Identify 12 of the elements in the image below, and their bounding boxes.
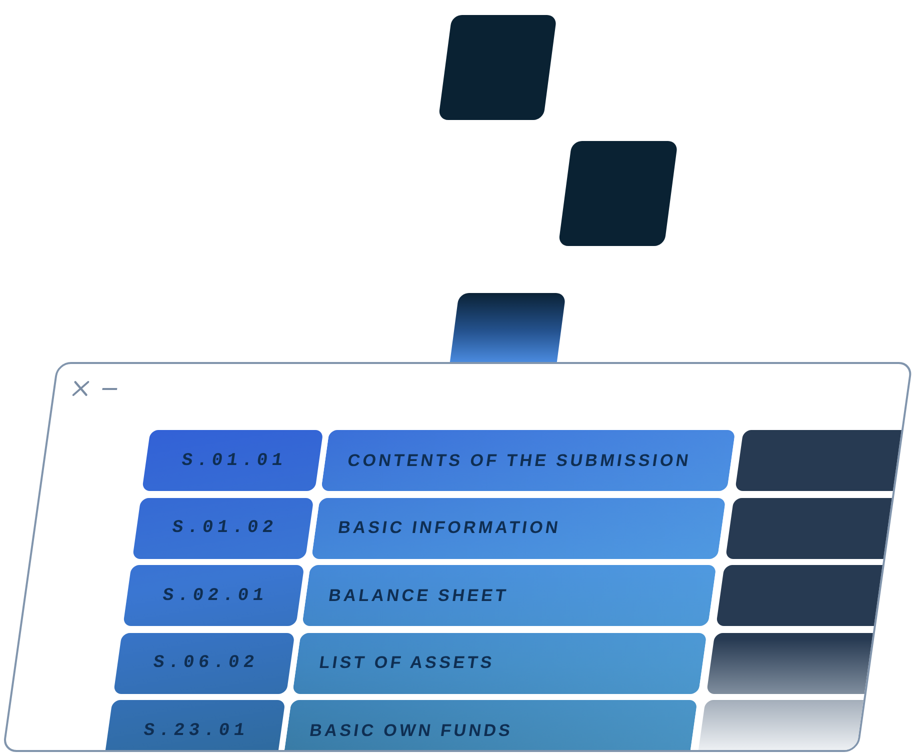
title-cell: BASIC OWN FUNDS <box>282 700 698 750</box>
title-cell: CONTENTS OF THE SUBMISSION <box>320 430 736 491</box>
title-cell: BASIC INFORMATION <box>310 498 726 558</box>
title-cell: LIST OF ASSETS <box>292 632 707 694</box>
title-cell: BALANCE SHEET <box>302 565 716 626</box>
code-cell: S.02.01 <box>122 565 304 626</box>
close-icon[interactable] <box>72 381 89 396</box>
minimize-icon[interactable] <box>102 388 117 390</box>
code-cell: S.01.01 <box>141 430 324 491</box>
code-cell: S.01.02 <box>132 498 314 558</box>
code-cell: S.06.02 <box>113 632 295 694</box>
code-cell: S.23.01 <box>104 700 286 750</box>
